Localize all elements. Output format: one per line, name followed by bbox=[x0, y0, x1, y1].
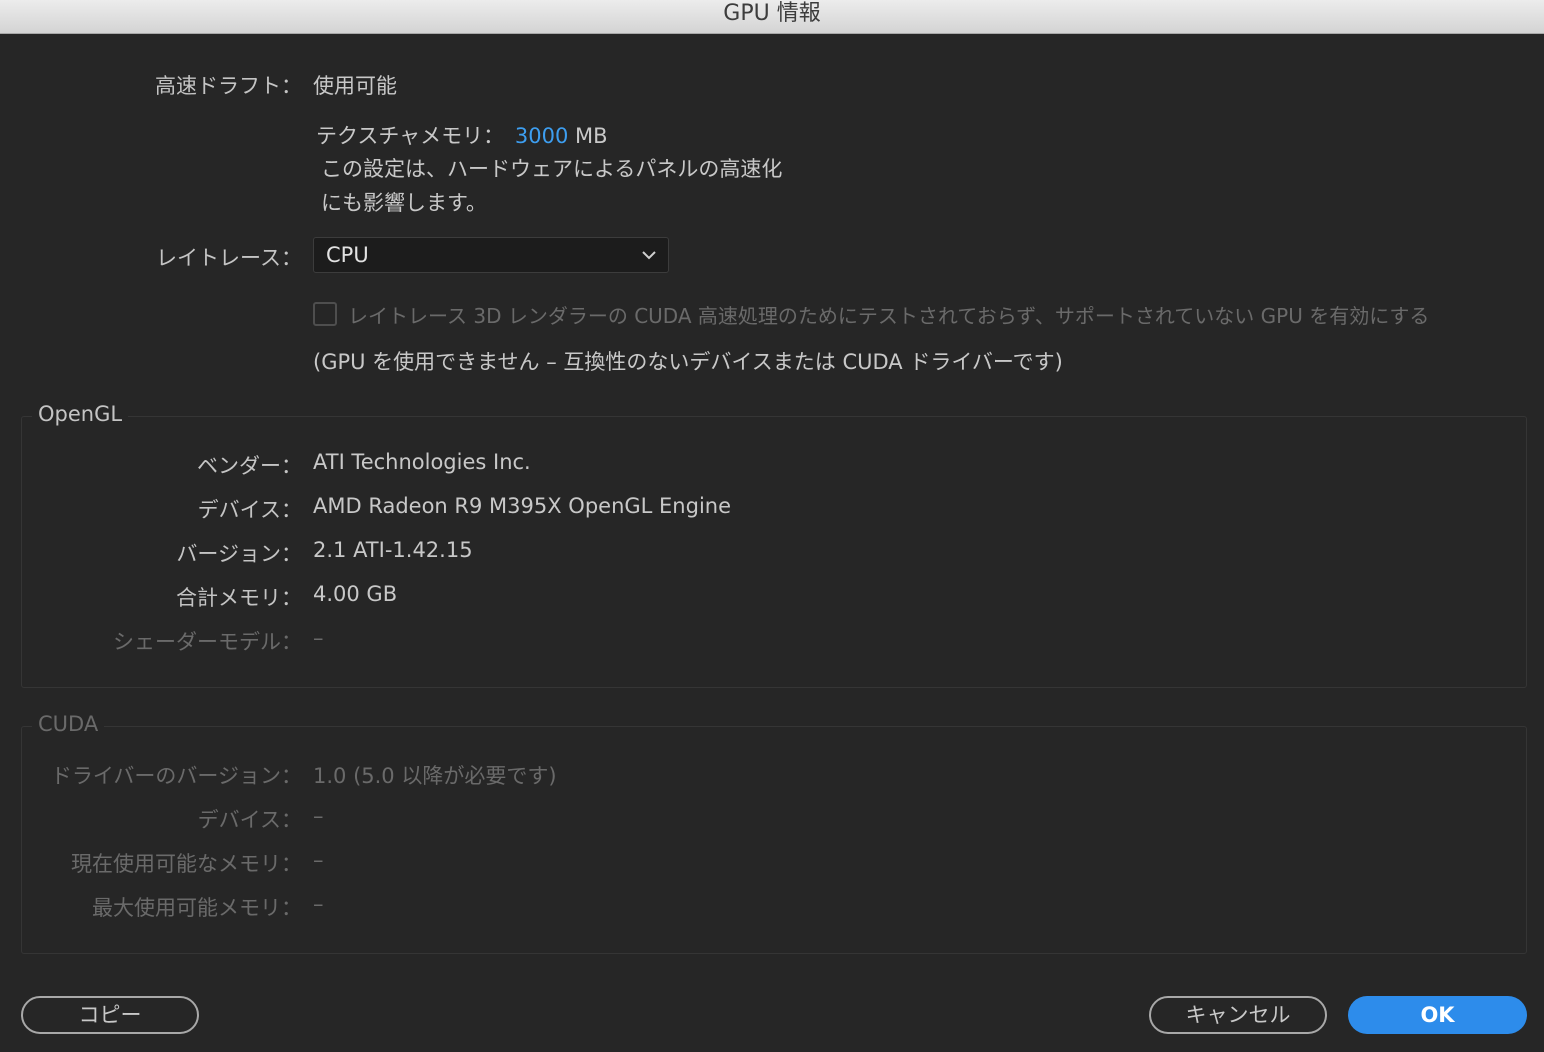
opengl-vendor-label: ベンダー： bbox=[197, 454, 302, 478]
opengl-device-label: デバイス： bbox=[197, 498, 302, 522]
cuda-device-value: – bbox=[313, 804, 324, 828]
opengl-total-memory-value: 4.00 GB bbox=[313, 582, 398, 606]
fast-draft-label: 高速ドラフト： bbox=[155, 74, 302, 98]
cuda-driver-version-value: 1.0 (5.0 以降が必要です) bbox=[313, 764, 557, 788]
opengl-legend: OpenGL bbox=[32, 402, 129, 426]
opengl-shader-model-label: シェーダーモデル： bbox=[113, 630, 302, 654]
texture-memory-value[interactable]: 3000 bbox=[515, 124, 568, 148]
cuda-legend: CUDA bbox=[32, 712, 105, 736]
opengl-shader-model-value: – bbox=[313, 626, 324, 650]
ok-button[interactable]: OK bbox=[1348, 996, 1527, 1034]
opengl-vendor-value: ATI Technologies Inc. bbox=[313, 450, 531, 474]
cuda-device-label: デバイス： bbox=[197, 808, 302, 832]
window-title: GPU 情報 bbox=[0, 0, 1544, 34]
cuda-max-memory-label: 最大使用可能メモリ： bbox=[92, 896, 302, 920]
opengl-version-label: バージョン： bbox=[176, 542, 302, 566]
texture-memory-row: テクスチャメモリ： 3000 MB bbox=[316, 120, 608, 150]
opengl-device-value: AMD Radeon R9 M395X OpenGL Engine bbox=[313, 494, 732, 518]
gpu-status-text: (GPU を使用できません – 互換性のないデバイスまたは CUDA ドライバー… bbox=[313, 350, 1063, 374]
fast-draft-value: 使用可能 bbox=[313, 74, 397, 98]
cuda-available-memory-value: – bbox=[313, 848, 324, 872]
copy-button[interactable]: コピー bbox=[21, 996, 199, 1034]
texture-memory-note-line1: この設定は、ハードウェアによるパネルの高速化 bbox=[321, 157, 783, 181]
chevron-down-icon bbox=[642, 251, 656, 260]
opengl-total-memory-label: 合計メモリ： bbox=[176, 586, 302, 610]
texture-memory-note-line2: にも影響します。 bbox=[321, 191, 487, 215]
cuda-available-memory-label: 現在使用可能なメモリ： bbox=[71, 852, 302, 876]
texture-memory-unit: MB bbox=[575, 124, 608, 148]
cuda-driver-version-label: ドライバーのバージョン： bbox=[50, 764, 302, 788]
opengl-version-value: 2.1 ATI-1.42.15 bbox=[313, 538, 473, 562]
cuda-max-memory-value: – bbox=[313, 892, 324, 916]
enable-unsupported-gpu-label[interactable]: レイトレース 3D レンダラーの CUDA 高速処理のためにテストされておらず、… bbox=[348, 300, 1429, 329]
ray-trace-select[interactable]: CPU bbox=[313, 237, 669, 273]
texture-memory-label: テクスチャメモリ： bbox=[316, 124, 505, 148]
cancel-button[interactable]: キャンセル bbox=[1149, 996, 1327, 1034]
ray-trace-selected: CPU bbox=[326, 243, 369, 267]
ray-trace-label: レイトレース： bbox=[156, 246, 302, 270]
enable-unsupported-gpu-checkbox[interactable] bbox=[313, 302, 337, 326]
